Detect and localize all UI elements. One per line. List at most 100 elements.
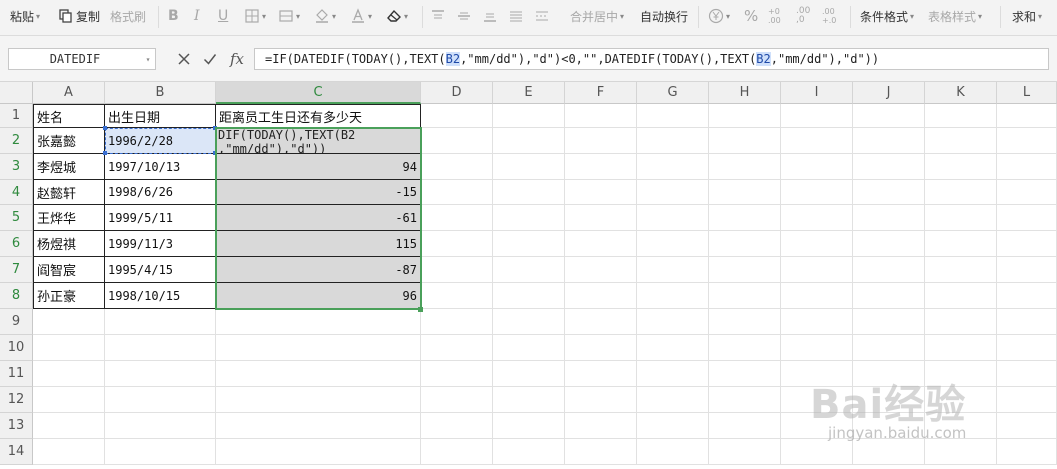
empty-cell[interactable] [493, 180, 565, 205]
column-header-g[interactable]: G [637, 82, 709, 104]
column-header-j[interactable]: J [853, 82, 925, 104]
empty-cell[interactable] [637, 257, 709, 283]
birth-cell[interactable]: 1997/10/13 [105, 154, 216, 180]
empty-cell[interactable] [565, 335, 637, 361]
empty-cell[interactable] [216, 439, 421, 465]
bold-button[interactable]: B [168, 5, 179, 27]
header-cell-birth[interactable]: 出生日期 [105, 104, 216, 128]
empty-cell[interactable] [33, 361, 105, 387]
align-middle-button[interactable] [456, 5, 472, 27]
empty-cell[interactable] [781, 309, 853, 335]
empty-cell[interactable] [637, 283, 709, 309]
empty-cell[interactable] [781, 283, 853, 309]
empty-cell[interactable] [853, 128, 925, 154]
empty-cell[interactable] [925, 309, 997, 335]
empty-cell[interactable] [781, 231, 853, 257]
empty-cell[interactable] [637, 205, 709, 231]
empty-cell[interactable] [565, 104, 637, 128]
empty-cell[interactable] [709, 413, 781, 439]
empty-cell[interactable] [421, 309, 493, 335]
empty-cell[interactable] [493, 413, 565, 439]
empty-cell[interactable] [565, 257, 637, 283]
empty-cell[interactable] [781, 361, 853, 387]
thousands-button[interactable]: .00,0 [796, 5, 810, 27]
caret-down-icon[interactable]: ▾ [141, 55, 155, 64]
merge-center-button[interactable]: 合并居中 ▾ [570, 5, 624, 27]
empty-cell[interactable] [33, 439, 105, 465]
column-header-b[interactable]: B [105, 82, 216, 104]
days-cell[interactable]: -61 [216, 205, 421, 231]
days-cell[interactable]: 115 [216, 231, 421, 257]
row-header[interactable]: 12 [0, 387, 33, 413]
empty-cell[interactable] [493, 154, 565, 180]
empty-cell[interactable] [421, 128, 493, 154]
empty-cell[interactable] [105, 413, 216, 439]
empty-cell[interactable] [105, 309, 216, 335]
empty-cell[interactable] [421, 283, 493, 309]
decrease-decimal-button[interactable]: .00 +.0 [822, 5, 836, 27]
empty-cell[interactable] [781, 413, 853, 439]
empty-cell[interactable] [637, 180, 709, 205]
empty-cell[interactable] [33, 413, 105, 439]
column-header-h[interactable]: H [709, 82, 781, 104]
empty-cell[interactable] [781, 335, 853, 361]
empty-cell[interactable] [421, 439, 493, 465]
empty-cell[interactable] [997, 128, 1057, 154]
name-cell[interactable]: 张嘉懿 [33, 128, 105, 154]
column-header-e[interactable]: E [493, 82, 565, 104]
empty-cell[interactable] [997, 180, 1057, 205]
row-header[interactable]: 8 [0, 283, 33, 309]
empty-cell[interactable] [781, 439, 853, 465]
reference-handle[interactable] [103, 151, 107, 155]
column-header-l[interactable]: L [997, 82, 1057, 104]
empty-cell[interactable] [925, 128, 997, 154]
empty-cell[interactable] [565, 231, 637, 257]
empty-cell[interactable] [216, 361, 421, 387]
row-header[interactable]: 6 [0, 231, 33, 257]
empty-cell[interactable] [925, 413, 997, 439]
empty-cell[interactable] [565, 439, 637, 465]
row-header[interactable]: 9 [0, 309, 33, 335]
empty-cell[interactable] [637, 309, 709, 335]
birth-cell[interactable]: 1999/5/11 [105, 205, 216, 231]
empty-cell[interactable] [709, 154, 781, 180]
days-cell[interactable]: 96 [216, 283, 421, 309]
birth-cell[interactable]: 1995/4/15 [105, 257, 216, 283]
empty-cell[interactable] [105, 335, 216, 361]
name-box[interactable]: DATEDIF ▾ [8, 48, 156, 70]
empty-cell[interactable] [925, 361, 997, 387]
empty-cell[interactable] [565, 387, 637, 413]
format-painter-button[interactable]: 格式刷 [110, 5, 146, 27]
empty-cell[interactable] [421, 413, 493, 439]
empty-cell[interactable] [565, 361, 637, 387]
column-header-f[interactable]: F [565, 82, 637, 104]
birth-cell[interactable]: 1998/10/15 [105, 283, 216, 309]
empty-cell[interactable] [709, 205, 781, 231]
empty-cell[interactable] [997, 231, 1057, 257]
empty-cell[interactable] [853, 154, 925, 180]
empty-cell[interactable] [853, 257, 925, 283]
increase-decimal-button[interactable]: +0.00 [768, 5, 781, 27]
empty-cell[interactable] [493, 231, 565, 257]
percent-button[interactable]: % [744, 5, 758, 27]
empty-cell[interactable] [33, 309, 105, 335]
header-cell-name[interactable]: 姓名 [33, 104, 105, 128]
row-header[interactable]: 13 [0, 413, 33, 439]
column-header-c[interactable]: C [216, 82, 421, 104]
empty-cell[interactable] [997, 283, 1057, 309]
fill-handle[interactable] [418, 307, 423, 312]
empty-cell[interactable] [216, 387, 421, 413]
empty-cell[interactable] [925, 205, 997, 231]
empty-cell[interactable] [709, 180, 781, 205]
empty-cell[interactable] [925, 154, 997, 180]
name-cell[interactable]: 赵懿轩 [33, 180, 105, 205]
empty-cell[interactable] [781, 387, 853, 413]
empty-cell[interactable] [997, 309, 1057, 335]
row-header[interactable]: 10 [0, 335, 33, 361]
empty-cell[interactable] [565, 283, 637, 309]
empty-cell[interactable] [781, 128, 853, 154]
empty-cell[interactable] [421, 104, 493, 128]
empty-cell[interactable] [997, 439, 1057, 465]
empty-cell[interactable] [781, 257, 853, 283]
empty-cell[interactable] [925, 257, 997, 283]
